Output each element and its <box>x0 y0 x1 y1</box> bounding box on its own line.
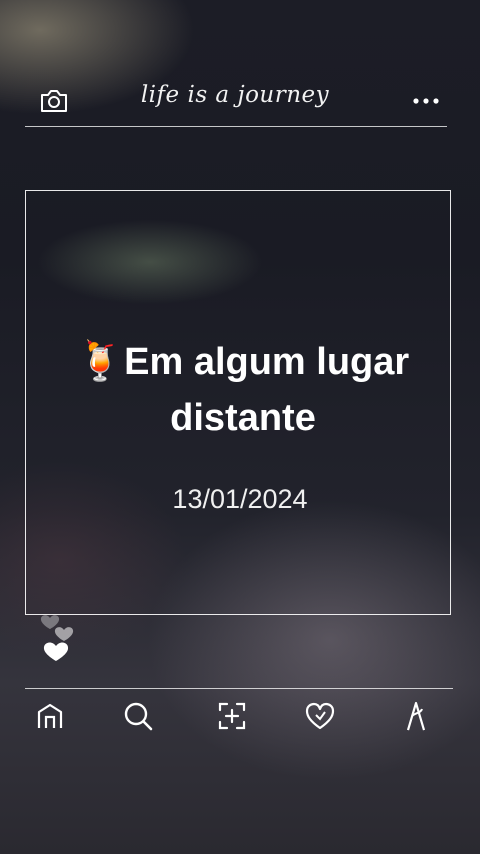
headline-text: Em algum lugar distante <box>124 341 410 439</box>
more-dots-icon[interactable] <box>411 88 441 114</box>
app-title: life is a journey <box>140 82 330 108</box>
profile-icon[interactable] <box>399 699 433 733</box>
bottom-nav <box>25 688 453 745</box>
post-headline: 🍹Em algum lugar distante <box>38 334 448 446</box>
add-post-icon[interactable] <box>215 699 249 733</box>
post-date: 13/01/2024 <box>172 484 308 514</box>
top-bar: life is a journey <box>25 78 447 127</box>
heart-icon[interactable] <box>303 699 337 733</box>
cocktail-emoji: 🍹 <box>76 341 125 383</box>
search-icon[interactable] <box>121 699 155 733</box>
floating-hearts-icon <box>38 610 82 670</box>
camera-icon[interactable] <box>39 88 69 114</box>
home-icon[interactable] <box>33 699 67 733</box>
